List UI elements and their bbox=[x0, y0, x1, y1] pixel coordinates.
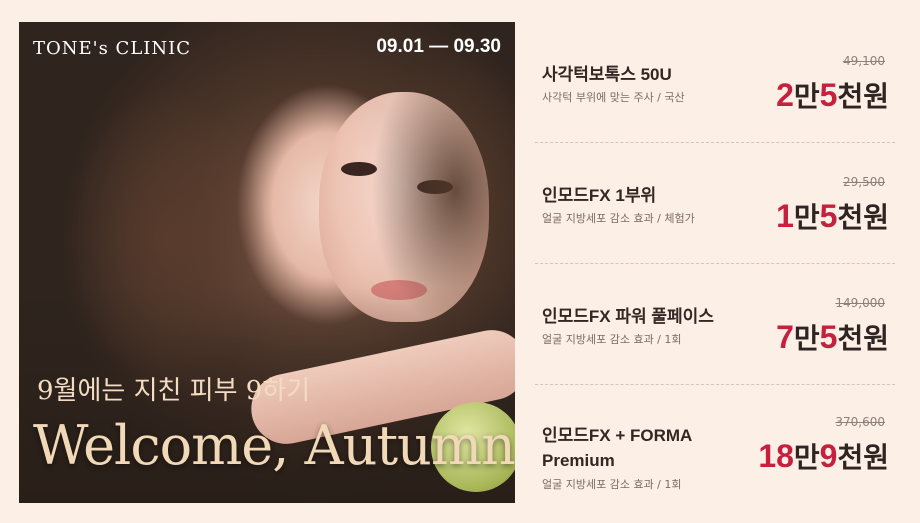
price-item[interactable]: 인모드FX 1부위 얼굴 지방세포 감소 효과 / 체험가 29,500 1만5… bbox=[535, 142, 895, 263]
event-date-range: 09.01 — 09.30 bbox=[376, 36, 501, 57]
item-name: 사각턱보톡스 50U bbox=[542, 65, 672, 84]
sale-price: 1만5천원 bbox=[776, 198, 889, 234]
sale-price: 2만5천원 bbox=[776, 77, 889, 113]
price-item[interactable]: 사각턱보톡스 50U 사각턱 부위에 맞는 주사 / 국산 49,100 2만5… bbox=[535, 22, 895, 142]
event-banner: TONE's CLINIC 09.01 — 09.30 9월에는 지친 피부 9… bbox=[0, 0, 920, 523]
original-price: 49,100 bbox=[843, 54, 885, 68]
price-item[interactable]: 인모드FX + FORMA Premium 얼굴 지방세포 감소 효과 / 1회… bbox=[535, 384, 895, 505]
original-price: 29,500 bbox=[843, 175, 885, 189]
price-list: 사각턱보톡스 50U 사각턱 부위에 맞는 주사 / 국산 49,100 2만5… bbox=[535, 22, 895, 505]
item-name: 인모드FX + FORMA Premium bbox=[542, 426, 692, 470]
sale-price: 7만5천원 bbox=[776, 319, 889, 355]
headline: Welcome, Autumn! bbox=[33, 414, 515, 477]
original-price: 149,000 bbox=[835, 296, 885, 310]
item-description: 얼굴 지방세포 감소 효과 / 1회 bbox=[542, 333, 682, 346]
sale-price: 18만9천원 bbox=[758, 438, 889, 474]
item-description: 얼굴 지방세포 감소 효과 / 체험가 bbox=[542, 212, 695, 225]
item-name: 인모드FX 1부위 bbox=[542, 186, 657, 205]
original-price: 370,600 bbox=[835, 415, 885, 429]
item-description: 사각턱 부위에 맞는 주사 / 국산 bbox=[542, 91, 685, 104]
tagline: 9월에는 지친 피부 9하기 bbox=[37, 376, 311, 406]
price-item[interactable]: 인모드FX 파워 풀페이스 얼굴 지방세포 감소 효과 / 1회 149,000… bbox=[535, 263, 895, 384]
item-description: 얼굴 지방세포 감소 효과 / 1회 bbox=[542, 478, 682, 491]
clinic-logo: TONE's CLINIC bbox=[33, 38, 192, 59]
promo-image[interactable]: TONE's CLINIC 09.01 — 09.30 9월에는 지친 피부 9… bbox=[19, 22, 515, 503]
item-name: 인모드FX 파워 풀페이스 bbox=[542, 307, 714, 326]
